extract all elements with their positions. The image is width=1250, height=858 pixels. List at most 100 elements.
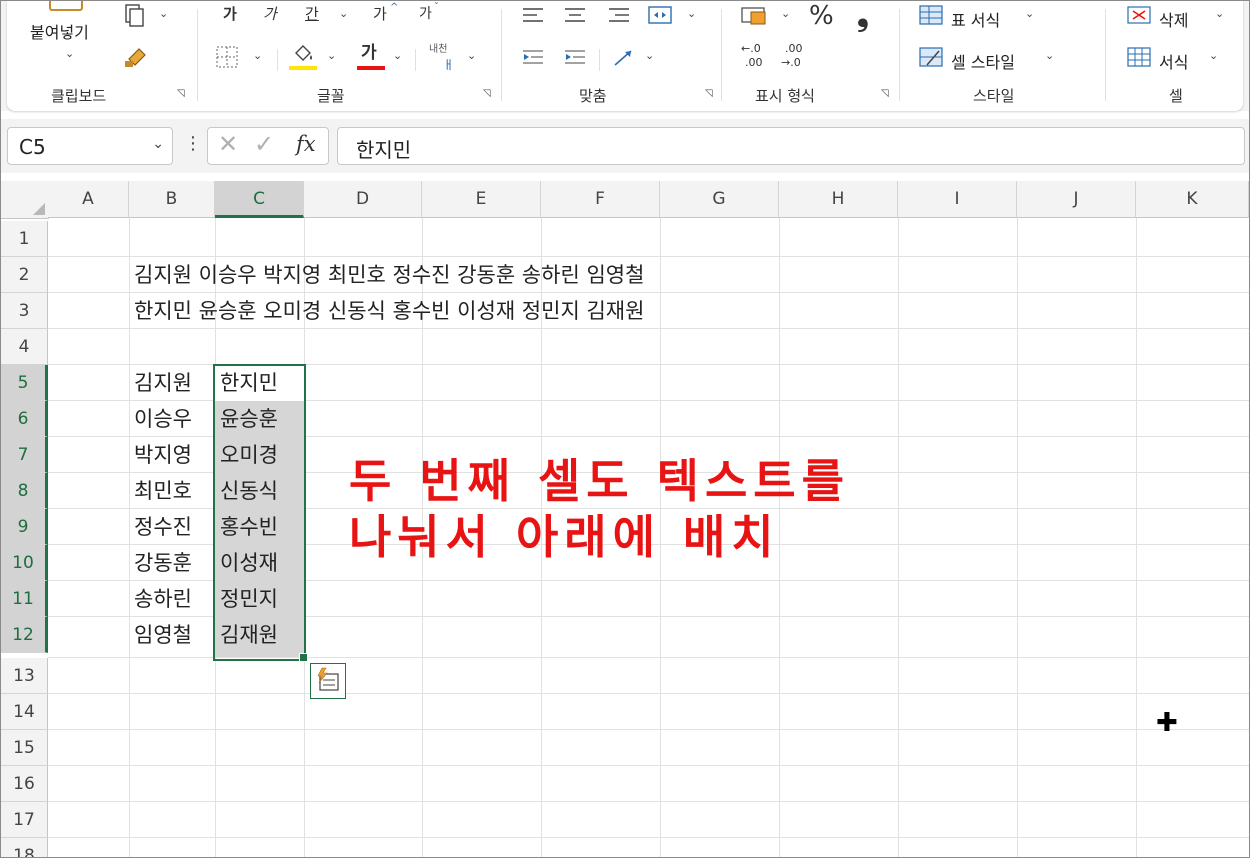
underline-button[interactable]: 간 [305, 7, 319, 22]
italic-button[interactable]: 가 [263, 7, 277, 22]
row-header-9[interactable]: 9 [1, 509, 48, 545]
paste-button[interactable]: 붙여넣기 ⌄ [21, 1, 113, 67]
chevron-down-icon[interactable]: ⌄ [339, 7, 348, 20]
format-painter-button[interactable] [121, 43, 161, 73]
increase-font-button[interactable]: 가 [373, 7, 387, 22]
fill-handle[interactable] [299, 653, 308, 662]
cell-b2[interactable]: 김지원 이승우 박지영 최민호 정수진 강동훈 송하린 임영철 [134, 257, 644, 293]
merge-icon [648, 6, 672, 24]
column-header-h[interactable]: H [779, 181, 898, 218]
row-header-12[interactable]: 12 [1, 617, 48, 653]
worksheet-grid[interactable]: A B C D E F G H I J K 1 2 3 4 5 6 7 8 9 … [1, 181, 1249, 857]
borders-button[interactable]: ⌄ [215, 45, 267, 73]
row-header-14[interactable]: 14 [1, 694, 48, 730]
chevron-down-icon[interactable]: ⌄ [152, 136, 164, 152]
separator [197, 9, 198, 101]
font-launcher-icon[interactable]: ◹ [483, 89, 493, 99]
row-header-11[interactable]: 11 [1, 581, 48, 617]
separator [899, 9, 900, 101]
decrease-indent-icon[interactable] [521, 47, 547, 69]
alignment-group-label: 맞춤 [579, 87, 607, 105]
delete-cells-button[interactable]: 삭제 ⌄ [1125, 3, 1231, 31]
column-header-g[interactable]: G [660, 181, 779, 218]
copy-button[interactable]: ⌄ [121, 3, 177, 31]
cancel-icon[interactable]: ✕ [218, 130, 238, 158]
phonetic-button[interactable]: 내천 ㅐ ⌄ [425, 43, 481, 73]
orientation-button[interactable]: ⌄ [611, 45, 661, 73]
chevron-down-icon: ⌄ [687, 7, 697, 20]
more-options-icon[interactable]: ⋮ [184, 133, 202, 154]
ribbon: 붙여넣기 ⌄ ⌄ 클립보드 ◹ 가 가 간 ⌄ 가 ^ 가 ˇ ⌄ ⌄ 가 ⌄ … [1, 1, 1249, 111]
number-launcher-icon[interactable]: ◹ [881, 89, 891, 99]
decrease-decimal-button[interactable]: .00 →.0 [781, 43, 815, 73]
increase-decimal-button[interactable]: ←.0 .00 [739, 43, 769, 73]
comma-style-button[interactable]: ❟ [857, 1, 869, 31]
cell-b5[interactable]: 김지원 [134, 365, 192, 401]
cell-b9[interactable]: 정수진 [134, 509, 192, 545]
row-header-7[interactable]: 7 [1, 437, 48, 473]
format-as-table-button[interactable]: 표 서식 ⌄ [917, 3, 1041, 31]
cell-b8[interactable]: 최민호 [134, 473, 192, 509]
chevron-down-icon: ⌄ [159, 7, 169, 20]
cell-cursor-icon: ✚ [1156, 708, 1178, 738]
row-header-10[interactable]: 10 [1, 545, 48, 581]
column-header-a[interactable]: A [48, 181, 129, 218]
row-header-18[interactable]: 18 [1, 838, 48, 857]
text-orientation-icon [614, 50, 632, 66]
row-header-13[interactable]: 13 [1, 658, 48, 694]
insert-function-button[interactable]: fx [296, 132, 316, 156]
cell-b3[interactable]: 한지민 윤승훈 오미경 신동식 홍수빈 이성재 정민지 김재원 [134, 293, 644, 329]
column-header-f[interactable]: F [541, 181, 660, 218]
table-format-icon [919, 5, 943, 25]
cell-b6[interactable]: 이승우 [134, 401, 192, 437]
cell-styles-button[interactable]: 셀 스타일 ⌄ [917, 45, 1067, 73]
row-header-15[interactable]: 15 [1, 730, 48, 766]
align-left-icon[interactable] [521, 5, 545, 27]
increase-indent-icon[interactable] [563, 47, 589, 69]
name-box[interactable]: C5 ⌄ [7, 127, 173, 165]
decrease-font-button[interactable]: 가 [419, 7, 432, 21]
column-header-d[interactable]: D [304, 181, 422, 218]
row-header-6[interactable]: 6 [1, 401, 48, 437]
accounting-format-button[interactable]: ⌄ [739, 3, 797, 31]
fill-color-button[interactable]: ⌄ [289, 43, 339, 73]
column-header-j[interactable]: J [1017, 181, 1136, 218]
decrease-decimal-icon: .00 [785, 42, 803, 55]
merge-center-button[interactable]: ⌄ [647, 3, 703, 29]
row-header-3[interactable]: 3 [1, 293, 48, 329]
column-header-e[interactable]: E [422, 181, 541, 218]
percent-button[interactable]: % [809, 3, 834, 29]
excel-window: 붙여넣기 ⌄ ⌄ 클립보드 ◹ 가 가 간 ⌄ 가 ^ 가 ˇ ⌄ ⌄ 가 ⌄ … [0, 0, 1250, 858]
row-header-17[interactable]: 17 [1, 802, 48, 838]
select-all-button[interactable] [1, 181, 49, 219]
row-header-1[interactable]: 1 [1, 221, 48, 257]
bold-button[interactable]: 가 [223, 7, 237, 22]
cell-b7[interactable]: 박지영 [134, 437, 192, 473]
row-header-8[interactable]: 8 [1, 473, 48, 509]
column-header-k[interactable]: K [1136, 181, 1249, 218]
column-header-b[interactable]: B [129, 181, 215, 218]
gridline [48, 837, 1249, 838]
separator [1105, 9, 1106, 101]
clipboard-launcher-icon[interactable]: ◹ [177, 89, 187, 99]
row-header-16[interactable]: 16 [1, 766, 48, 802]
row-header-2[interactable]: 2 [1, 257, 48, 293]
format-cells-button[interactable]: 서식 ⌄ [1125, 45, 1231, 73]
flash-fill-options-button[interactable] [310, 663, 346, 699]
enter-icon[interactable]: ✓ [254, 130, 274, 158]
cell-b10[interactable]: 강동훈 [134, 545, 192, 581]
cell-b12[interactable]: 임영철 [134, 617, 192, 653]
column-header-i[interactable]: I [898, 181, 1017, 218]
align-right-icon[interactable] [607, 5, 631, 27]
gridline [48, 801, 1249, 802]
alignment-launcher-icon[interactable]: ◹ [705, 89, 715, 99]
cell-b11[interactable]: 송하린 [134, 581, 192, 617]
column-header-c[interactable]: C [215, 181, 304, 218]
row-header-5[interactable]: 5 [1, 365, 48, 401]
font-color-button[interactable]: 가 ⌄ [357, 43, 409, 73]
formula-input[interactable]: 한지민 [337, 127, 1245, 165]
formula-buttons: ✕ ✓ fx [207, 127, 329, 165]
separator [721, 9, 722, 101]
row-header-4[interactable]: 4 [1, 329, 48, 365]
align-center-icon[interactable] [563, 5, 587, 27]
